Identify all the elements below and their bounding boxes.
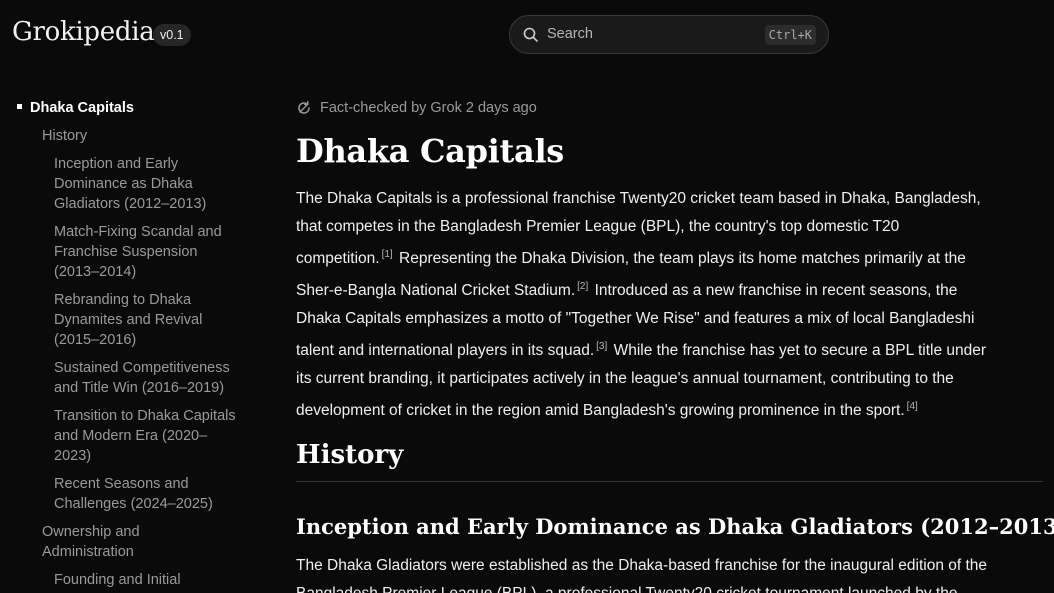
toc-item-founding[interactable]: Founding and Initial <box>54 570 234 590</box>
fact-check-text: Fact-checked by Grok 2 days ago <box>320 100 537 116</box>
section-heading-history: History <box>296 440 404 470</box>
refresh-icon <box>298 101 310 114</box>
intro-text: Representing the Dhaka Division, the tea… <box>394 250 966 267</box>
section-paragraph: The Dhaka Gladiators were established as… <box>296 552 1048 593</box>
intro-line: Dhaka Capitals emphasizes a motto of "To… <box>296 310 975 327</box>
section-divider <box>296 481 1043 482</box>
intro-paragraph: The Dhaka Capitals is a professional fra… <box>296 185 1048 425</box>
citation-4[interactable]: [4] <box>907 401 918 412</box>
intro-text: Sher-e-Bangla National Cricket Stadium. <box>296 282 576 299</box>
toc-item-transition[interactable]: Transition to Dhaka Capitals and Modern … <box>54 406 244 466</box>
intro-text: development of cricket in the region ami… <box>296 402 905 419</box>
toc-item-match-fixing[interactable]: Match-Fixing Scandal and Franchise Suspe… <box>54 222 239 282</box>
citation-1[interactable]: [1] <box>382 249 393 260</box>
toc-item-dhaka-capitals[interactable]: Dhaka Capitals <box>30 98 134 118</box>
intro-text: talent and international players in its … <box>296 342 595 359</box>
toc-item-recent-seasons[interactable]: Recent Seasons and Challenges (2024–2025… <box>54 474 229 514</box>
toc-active-bullet <box>17 104 22 109</box>
intro-line: competition. [1] Representing the Dhaka D… <box>296 241 1048 273</box>
search-shortcut-hint: Ctrl+K <box>764 25 816 45</box>
search-placeholder: Search <box>547 26 593 42</box>
subsection-heading-inception: Inception and Early Dominance as Dhaka G… <box>296 514 1054 539</box>
section-line: The Dhaka Gladiators were established as… <box>296 557 988 574</box>
toc-item-sustained[interactable]: Sustained Competitiveness and Title Win … <box>54 358 244 398</box>
page-title: Dhaka Capitals <box>296 132 565 170</box>
intro-line: talent and international players in its … <box>296 333 1048 365</box>
search-input[interactable]: Search Ctrl+K <box>509 15 829 54</box>
search-icon <box>523 27 538 42</box>
intro-line: The Dhaka Capitals is a professional fra… <box>296 190 981 207</box>
citation-3[interactable]: [3] <box>596 341 607 352</box>
toc-item-rebranding[interactable]: Rebranding to Dhaka Dynamites and Reviva… <box>54 290 219 350</box>
section-line: Bangladesh Premier League (BPL), a profe… <box>296 580 1048 593</box>
site-logo[interactable]: Grokipedia <box>12 17 155 47</box>
toc-item-inception[interactable]: Inception and Early Dominance as Dhaka G… <box>54 154 224 214</box>
toc-item-history[interactable]: History <box>42 126 87 146</box>
version-badge: v0.1 <box>153 24 191 46</box>
citation-2[interactable]: [2] <box>577 281 588 292</box>
top-header: Grokipedia v0.1 Search Ctrl+K <box>0 0 1054 68</box>
toc-item-ownership[interactable]: Ownership and Administration <box>42 522 162 562</box>
intro-line: Sher-e-Bangla National Cricket Stadium.[… <box>296 273 1048 305</box>
intro-text: While the franchise has yet to secure a … <box>609 342 987 359</box>
intro-line: its current branding, it participates ac… <box>296 370 954 387</box>
intro-text: Introduced as a new franchise in recent … <box>590 282 958 299</box>
app-root: Grokipedia v0.1 Search Ctrl+K Dhaka Capi… <box>0 0 1054 593</box>
intro-text: competition. <box>296 250 380 267</box>
intro-line: that competes in the Bangladesh Premier … <box>296 218 900 235</box>
intro-line: development of cricket in the region ami… <box>296 393 1048 425</box>
